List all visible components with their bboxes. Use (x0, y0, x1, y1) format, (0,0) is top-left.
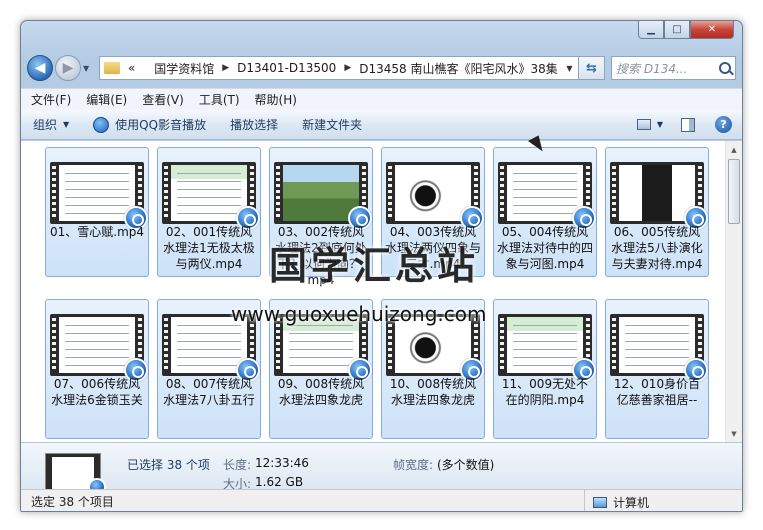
video-thumbnail (274, 162, 372, 230)
recent-pages-dropdown[interactable]: ▼ (83, 64, 95, 73)
video-thumbnail (386, 162, 484, 230)
menu-bar: 文件(F) 编辑(E) 查看(V) 工具(T) 帮助(H) (21, 88, 742, 110)
explorer-window: ▁ □ ✕ ◀ ▶ ▼ « 国学资料馆 ▶ D13401-D13500 ▶ D1… (20, 20, 743, 512)
address-dropdown-icon[interactable]: ▼ (560, 63, 578, 73)
framewidth-value: (多个数值) (437, 458, 495, 472)
refresh-icon: ⇆ (586, 60, 597, 76)
file-tile[interactable]: 01、雪心赋.mp4 (45, 147, 149, 277)
help-icon[interactable]: ? (715, 116, 732, 133)
video-thumbnail (50, 314, 148, 382)
breadcrumb-prefix[interactable]: « (128, 61, 135, 75)
view-chevron-down-icon[interactable]: ▼ (657, 120, 663, 129)
arrow-left-icon: ◀ (34, 60, 46, 76)
file-name: 05、004传统风水理法对待中的四象与河图.mp4 (496, 225, 593, 271)
new-folder-button[interactable]: 新建文件夹 (302, 116, 362, 133)
vertical-scrollbar[interactable]: ▲ ▼ (725, 141, 742, 442)
file-name: 12、010身价百亿慈善家祖居-- (613, 377, 701, 407)
search-input[interactable]: 搜索 D134... (611, 56, 736, 80)
maximize-button[interactable]: □ (664, 21, 690, 39)
scroll-down-icon[interactable]: ▼ (726, 425, 742, 442)
status-text: 选定 38 个项目 (31, 495, 114, 509)
preview-pane-icon[interactable] (681, 117, 695, 132)
details-pane: 已选择 38 个项 长度: 12:33:46 帧宽度: (多个数值) 大小: 1… (21, 442, 742, 496)
breadcrumb-item[interactable]: D13458 南山樵客《阳宅风水》38集 (359, 60, 558, 77)
menu-edit[interactable]: 编辑(E) (86, 91, 127, 108)
video-thumbnail (610, 162, 708, 230)
video-thumbnail (498, 314, 596, 382)
breadcrumb-item[interactable]: D13401-D13500 (237, 61, 336, 75)
video-thumbnail (610, 314, 708, 382)
navigation-bar: ◀ ▶ ▼ « 国学资料馆 ▶ D13401-D13500 ▶ D13458 南… (27, 53, 736, 83)
organize-label: 组织 (33, 118, 58, 132)
search-icon[interactable] (719, 62, 731, 74)
minimize-button[interactable]: ▁ (638, 21, 664, 39)
computer-icon (593, 496, 607, 508)
file-tile[interactable]: 05、004传统风水理法对待中的四象与河图.mp4 (493, 147, 597, 277)
play-selection-label: 播放选择 (230, 118, 279, 132)
length-value: 12:33:46 (255, 456, 309, 470)
back-button[interactable]: ◀ (27, 55, 53, 81)
file-tile[interactable]: 02、001传统风水理法1无极太极与两仪.mp4 (157, 147, 261, 277)
size-value: 1.62 GB (255, 475, 304, 489)
selection-count: 已选择 38 个项 (127, 458, 210, 472)
qq-play-label: 使用QQ影音播放 (115, 118, 207, 132)
scrollbar-thumb[interactable] (728, 159, 740, 224)
file-name: 02、001传统风水理法1无极太极与两仪.mp4 (163, 225, 255, 271)
menu-help[interactable]: 帮助(H) (255, 91, 297, 108)
computer-label: 计算机 (613, 495, 650, 510)
file-tile[interactable]: 11、009无处不在的阴阳.mp4 (493, 299, 597, 439)
qq-player-icon (93, 116, 110, 133)
file-name: 11、009无处不在的阴阳.mp4 (501, 377, 589, 407)
breadcrumb-separator-icon[interactable]: ▶ (222, 63, 229, 73)
file-tile[interactable]: 12、010身价百亿慈善家祖居-- (605, 299, 709, 439)
video-thumbnail (50, 162, 148, 230)
folder-icon (104, 62, 120, 74)
search-placeholder: 搜索 D134... (616, 61, 688, 76)
watermark-url: www.guoxuehuizong.com (231, 302, 487, 326)
menu-tools[interactable]: 工具(T) (199, 91, 240, 108)
chevron-down-icon: ▼ (63, 120, 70, 129)
file-name: 07、006传统风水理法6金锁玉关 (51, 377, 143, 407)
address-bar[interactable]: « 国学资料馆 ▶ D13401-D13500 ▶ D13458 南山樵客《阳宅… (99, 56, 579, 80)
file-name: 06、005传统风水理法5八卦演化与夫妻对待.mp4 (611, 225, 703, 271)
file-tile[interactable]: 06、005传统风水理法5八卦演化与夫妻对待.mp4 (605, 147, 709, 277)
play-selection-button[interactable]: 播放选择 (230, 116, 278, 133)
new-folder-label: 新建文件夹 (302, 118, 363, 132)
breadcrumb-separator-icon[interactable]: ▶ (344, 63, 351, 73)
organize-button[interactable]: 组织 ▼ (33, 116, 69, 133)
video-thumbnail (498, 162, 596, 230)
file-name: 08、007传统风水理法7八卦五行 (163, 377, 255, 407)
command-bar-right: ▼ ? (636, 116, 732, 133)
qq-play-button[interactable]: 使用QQ影音播放 (93, 116, 206, 133)
menu-file[interactable]: 文件(F) (31, 91, 71, 108)
video-thumbnail (162, 162, 260, 230)
watermark-title: 国学汇总站 (269, 243, 480, 288)
breadcrumb-item[interactable]: 国学资料馆 (154, 60, 214, 77)
scroll-up-icon[interactable]: ▲ (726, 141, 742, 158)
forward-button[interactable]: ▶ (55, 55, 81, 81)
breadcrumb-separator-icon (143, 63, 146, 73)
caption-buttons: ▁ □ ✕ (638, 21, 734, 39)
refresh-button[interactable]: ⇆ (579, 56, 605, 80)
status-bar: 选定 38 个项目 计算机 (21, 489, 742, 511)
arrow-right-icon: ▶ (62, 60, 74, 76)
framewidth-label: 帧宽度: (393, 458, 434, 472)
status-computer: 计算机 (584, 490, 742, 511)
close-button[interactable]: ✕ (690, 21, 734, 39)
file-name: 01、雪心赋.mp4 (49, 225, 145, 239)
change-view-icon[interactable] (636, 119, 651, 130)
command-bar: 组织 ▼ 使用QQ影音播放 播放选择 新建文件夹 ▼ ? (21, 110, 742, 140)
file-tile[interactable]: 07、006传统风水理法6金锁玉关 (45, 299, 149, 439)
menu-view[interactable]: 查看(V) (142, 91, 184, 108)
file-name: 09、008传统风水理法四象龙虎 (277, 377, 365, 407)
details-thumbnail (45, 453, 106, 496)
file-name: 10、008传统风水理法四象龙虎 (389, 377, 477, 407)
length-label: 长度: (223, 458, 252, 472)
file-list-pane[interactable]: 01、雪心赋.mp4 02、001传统风水理法1无极太极与两仪.mp4 03、002… (21, 141, 742, 442)
